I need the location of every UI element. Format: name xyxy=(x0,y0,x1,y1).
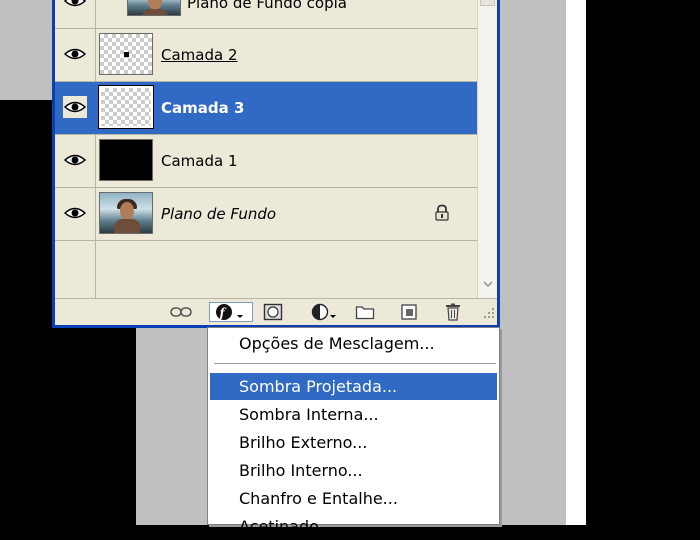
new-group-folder-icon[interactable] xyxy=(353,302,377,322)
eye-icon[interactable] xyxy=(63,202,87,224)
menu-item-drop-shadow[interactable]: Sombra Projetada... xyxy=(210,373,497,400)
eye-icon[interactable] xyxy=(63,149,87,171)
new-layer-icon[interactable] xyxy=(397,302,421,322)
layer-row[interactable]: ↳ Plano de Fundo cópia xyxy=(55,0,477,29)
link-icon[interactable] xyxy=(169,302,193,322)
layer-style-fx-icon[interactable]: f xyxy=(209,302,253,322)
menu-item-inner-glow[interactable]: Brilho Interno... xyxy=(210,457,497,484)
adjustment-layer-icon[interactable] xyxy=(307,302,341,322)
layer-row[interactable]: Plano de Fundo xyxy=(55,188,477,241)
layer-thumbnail xyxy=(127,0,181,16)
trash-icon[interactable] xyxy=(441,302,465,322)
layer-name[interactable]: Camada 1 xyxy=(161,152,238,170)
layer-row[interactable]: Camada 2 xyxy=(55,29,477,82)
menu-item-bevel-emboss[interactable]: Chanfro e Entalhe... xyxy=(210,485,497,512)
menu-item-blending-options[interactable]: Opções de Mesclagem... xyxy=(210,330,497,357)
layer-thumbnail xyxy=(99,33,153,75)
eye-icon[interactable] xyxy=(63,0,87,12)
lock-icon xyxy=(433,204,451,222)
layer-thumbnail xyxy=(99,139,153,181)
layer-thumbnail xyxy=(99,192,153,234)
menu-item-outer-glow[interactable]: Brilho Externo... xyxy=(210,429,497,456)
resize-grip-icon[interactable] xyxy=(479,302,497,322)
menu-item-satin[interactable]: Acetinado... xyxy=(210,513,497,540)
layer-name[interactable]: Plano de Fundo xyxy=(161,205,276,223)
scroll-down-arrow-icon[interactable] xyxy=(480,275,495,293)
layer-row[interactable]: Camada 1 xyxy=(55,135,477,188)
scroll-thumb[interactable] xyxy=(480,0,495,6)
clip-arrow-icon: ↳ xyxy=(111,0,123,4)
canvas-white-strip xyxy=(566,0,586,525)
layer-style-menu: Opções de Mesclagem... Sombra Projetada.… xyxy=(207,327,500,536)
eye-icon[interactable] xyxy=(63,43,87,65)
eye-icon[interactable] xyxy=(63,96,87,118)
layers-scrollbar[interactable] xyxy=(477,0,497,298)
layer-name[interactable]: Camada 2 xyxy=(161,46,238,64)
layers-toolbar: f xyxy=(55,298,497,326)
layer-row-selected[interactable]: Camada 3 xyxy=(55,82,477,135)
layer-name[interactable]: Camada 3 xyxy=(161,99,244,117)
layer-mask-icon[interactable] xyxy=(261,302,285,322)
layer-thumbnail xyxy=(98,85,154,129)
layer-name[interactable]: Plano de Fundo cópia xyxy=(187,0,347,12)
menu-item-inner-shadow[interactable]: Sombra Interna... xyxy=(210,401,497,428)
layers-panel: ↳ Plano de Fundo cópia Camada 2 Camada 3… xyxy=(52,0,500,328)
menu-separator xyxy=(214,363,496,365)
canvas-black-right xyxy=(586,0,700,525)
